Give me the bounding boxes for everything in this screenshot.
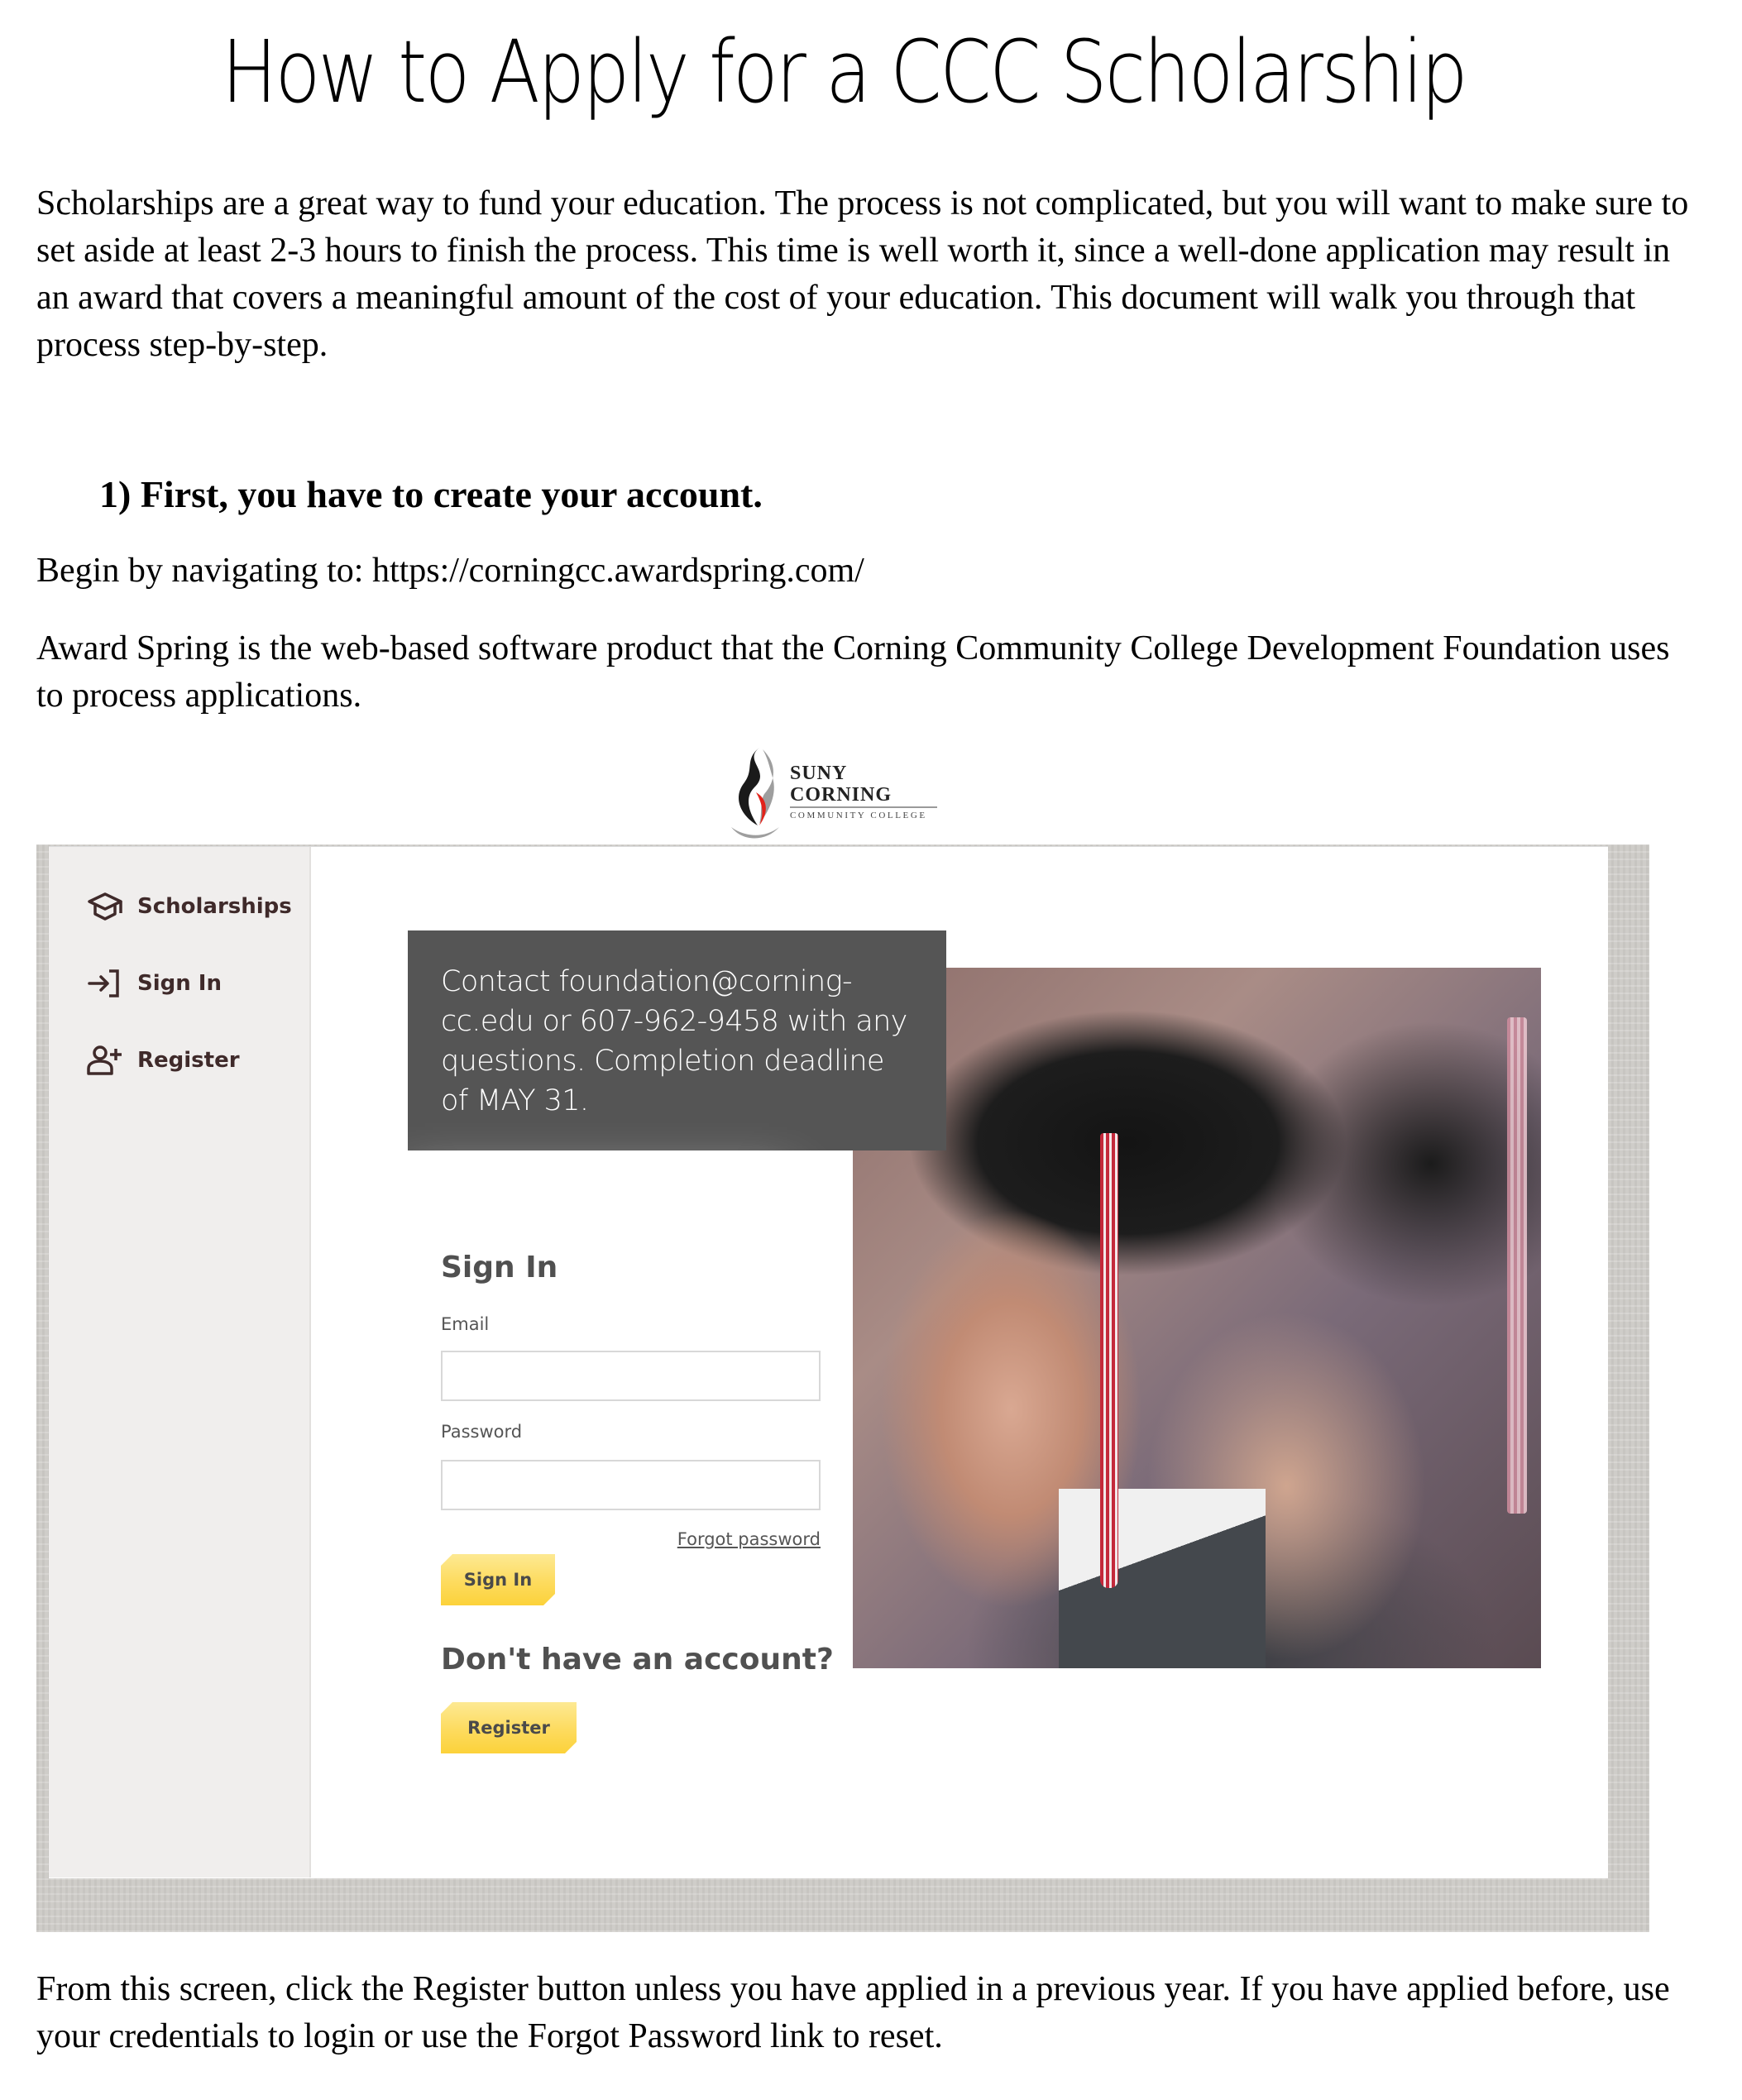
user-plus-icon bbox=[87, 1045, 122, 1075]
no-account-heading: Don't have an account? bbox=[441, 1643, 834, 1677]
photo-gown-collar bbox=[1059, 1489, 1266, 1668]
intro-paragraph: Scholarships are a great way to fund you… bbox=[36, 184, 1689, 364]
register-button[interactable]: Register bbox=[441, 1702, 577, 1753]
document-title: How to Apply for a CCC Scholarship bbox=[221, 22, 1468, 122]
sidebar-item-label: Sign In bbox=[137, 971, 222, 996]
sidebar-item-sign-in[interactable]: Sign In bbox=[86, 963, 222, 1004]
flame-logo-icon bbox=[731, 748, 779, 839]
outro-paragraph: From this screen, click the Register but… bbox=[36, 1970, 1670, 2055]
password-label: Password bbox=[441, 1422, 523, 1442]
sign-in-icon bbox=[88, 969, 119, 997]
email-label: Email bbox=[441, 1314, 490, 1334]
email-field[interactable] bbox=[441, 1351, 821, 1401]
logo-line-2: CORNING bbox=[790, 784, 893, 806]
forgot-password-link[interactable]: Forgot password bbox=[579, 1529, 821, 1549]
sign-in-heading: Sign In bbox=[441, 1251, 558, 1284]
sidebar-item-scholarships[interactable]: Scholarships bbox=[86, 886, 292, 927]
graduation-cap-icon bbox=[88, 892, 122, 921]
sign-in-button[interactable]: Sign In bbox=[441, 1554, 555, 1605]
password-field[interactable] bbox=[441, 1460, 821, 1510]
sidebar-item-register[interactable]: Register bbox=[86, 1040, 240, 1081]
logo-line-3: COMMUNITY COLLEGE bbox=[790, 811, 927, 820]
photo-tassel bbox=[1507, 1017, 1527, 1514]
contact-notice: Contact foundation@corning-cc.edu or 607… bbox=[408, 930, 946, 1150]
photo-tassel bbox=[1100, 1133, 1118, 1588]
logo-line-1: SUNY bbox=[790, 763, 848, 784]
awardspring-paragraph: Award Spring is the web-based software p… bbox=[36, 629, 1670, 715]
sidebar-item-label: Register bbox=[137, 1048, 240, 1073]
begin-paragraph: Begin by navigating to: https://corningc… bbox=[36, 552, 864, 590]
sidebar-item-label: Scholarships bbox=[137, 894, 292, 919]
step-1-heading: 1) First, you have to create your accoun… bbox=[99, 473, 763, 515]
logo-divider bbox=[790, 806, 937, 808]
